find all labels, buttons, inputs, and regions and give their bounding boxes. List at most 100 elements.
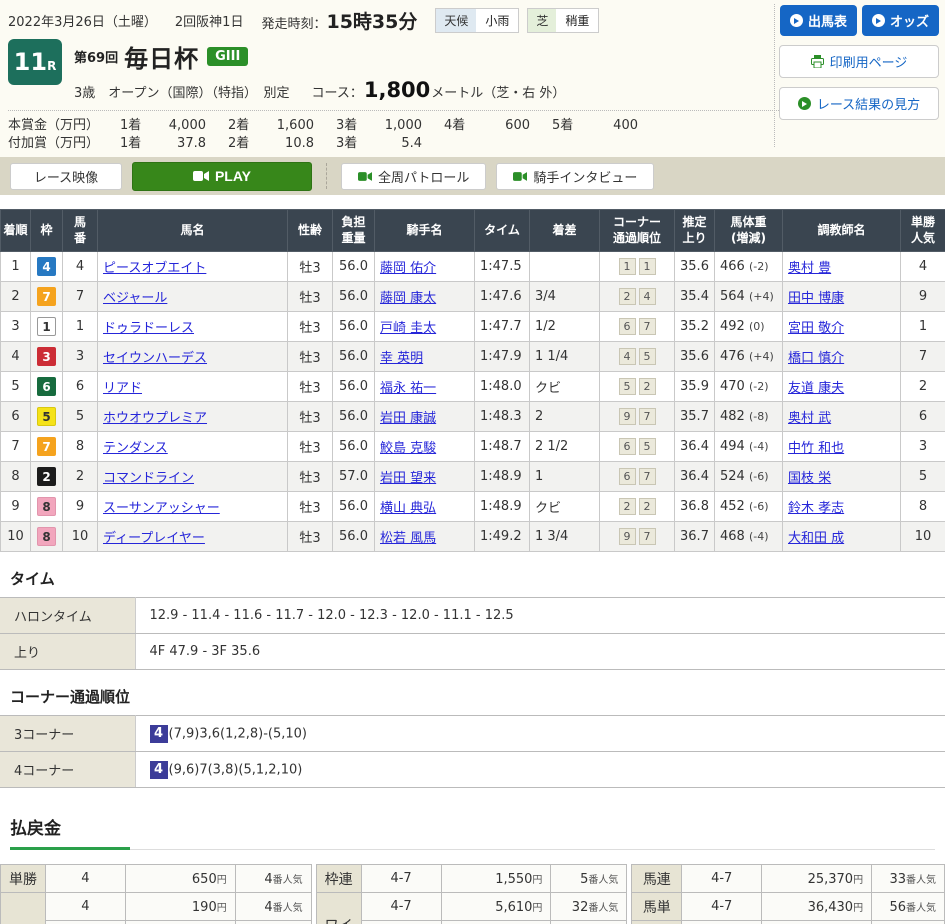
time-section-title: タイム bbox=[10, 568, 945, 589]
furlong-time-value: 12.9 - 11.4 - 11.6 - 11.7 - 12.0 - 12.3 … bbox=[135, 598, 945, 634]
body-weight-diff: (-4) bbox=[749, 440, 769, 453]
frame-cell: 6 bbox=[31, 372, 63, 402]
corner-position-box: 7 bbox=[639, 318, 656, 335]
margin-cell: 3/4 bbox=[530, 282, 600, 312]
trainer-name-link[interactable]: 中竹 和也 bbox=[788, 441, 844, 456]
result-guide-button[interactable]: レース結果の見方 bbox=[779, 87, 939, 120]
trainer-name-link[interactable]: 宮田 敬介 bbox=[788, 321, 844, 336]
horse-name-cell: テンダンス bbox=[98, 432, 288, 462]
last-3f-cell: 35.9 bbox=[675, 372, 715, 402]
jockey-name-link[interactable]: 横山 典弘 bbox=[380, 501, 436, 516]
column-header: 性齢 bbox=[288, 210, 333, 252]
time-cell: 1:48.0 bbox=[475, 372, 530, 402]
time-table: ハロンタイム 12.9 - 11.4 - 11.6 - 11.7 - 12.0 … bbox=[0, 597, 945, 670]
horse-number-cell: 5 bbox=[63, 402, 98, 432]
trainer-name-link[interactable]: 友道 康夫 bbox=[788, 381, 844, 396]
trainer-name-link[interactable]: 大和田 成 bbox=[788, 531, 844, 546]
vertical-dotted-divider bbox=[774, 4, 775, 147]
jockey-name-link[interactable]: 戸崎 圭太 bbox=[380, 321, 436, 336]
trainer-name-link[interactable]: 国枝 栄 bbox=[788, 471, 831, 486]
column-header: 馬 番 bbox=[63, 210, 98, 252]
corner-order-cell: 22 bbox=[600, 492, 675, 522]
column-header: タイム bbox=[475, 210, 530, 252]
horse-name-link[interactable]: テンダンス bbox=[103, 441, 168, 456]
trainer-name-link[interactable]: 奥村 豊 bbox=[788, 261, 831, 276]
horse-name-link[interactable]: スーサンアッシャー bbox=[103, 501, 220, 516]
table-row: 778テンダンス牡356.0鮫島 克駿1:48.72 1/26536.4494 … bbox=[1, 432, 945, 462]
trainer-name-link[interactable]: 奥村 武 bbox=[788, 411, 831, 426]
body-weight-diff: (+4) bbox=[749, 350, 774, 363]
body-weight-diff: (+4) bbox=[749, 290, 774, 303]
trainer-cell: 田中 博康 bbox=[783, 282, 901, 312]
prize-row: 付加賞（万円）1着37.82着10.83着5.4 bbox=[8, 135, 937, 153]
jockey-name-link[interactable]: 幸 英明 bbox=[380, 351, 423, 366]
prize-cell: 3着5.4 bbox=[336, 135, 444, 153]
race-number: 11 bbox=[14, 48, 47, 76]
payout-tables: 単勝4650円4番人気複勝4190円4番人気71,230円9番人気1130円1番… bbox=[0, 864, 945, 924]
horse-number-cell: 10 bbox=[63, 522, 98, 552]
jockey-name-link[interactable]: 松若 風馬 bbox=[380, 531, 436, 546]
trainer-name-link[interactable]: 田中 博康 bbox=[788, 291, 844, 306]
body-weight-diff: (-4) bbox=[749, 530, 769, 543]
last-furlongs-label: 上り bbox=[0, 634, 135, 670]
horse-name-cell: ディープレイヤー bbox=[98, 522, 288, 552]
corner-order-cell: 11 bbox=[600, 252, 675, 282]
furlong-time-label: ハロンタイム bbox=[0, 598, 135, 634]
sex-age-cell: 牡3 bbox=[288, 372, 333, 402]
trainer-name-link[interactable]: 鈴木 孝志 bbox=[788, 501, 844, 516]
horse-name-link[interactable]: リアド bbox=[103, 381, 142, 396]
body-weight-diff: (-8) bbox=[749, 410, 769, 423]
jockey-interview-button[interactable]: 騎手インタビュー bbox=[496, 163, 654, 190]
print-page-button[interactable]: 印刷用ページ bbox=[779, 45, 939, 78]
arrow-circle-icon bbox=[798, 97, 811, 110]
race-video-button[interactable]: レース映像 bbox=[10, 163, 122, 190]
prize-place: 3着 bbox=[336, 117, 370, 135]
frame-cell: 1 bbox=[31, 312, 63, 342]
time-cell: 1:48.3 bbox=[475, 402, 530, 432]
odds-button[interactable]: オッズ bbox=[862, 5, 939, 36]
horse-name-link[interactable]: ベジャール bbox=[103, 291, 167, 306]
horse-name-link[interactable]: ディープレイヤー bbox=[103, 531, 205, 546]
payout-amount: 25,370円 bbox=[762, 865, 872, 893]
jockey-name-link[interactable]: 福永 祐一 bbox=[380, 381, 436, 396]
horse-name-link[interactable]: ホウオウプレミア bbox=[103, 411, 207, 426]
jockey-name-link[interactable]: 岩田 望来 bbox=[380, 471, 436, 486]
jockey-name-link[interactable]: 藤岡 佑介 bbox=[380, 261, 436, 276]
prize-value: 600 bbox=[478, 117, 530, 135]
prize-place: 5着 bbox=[552, 117, 586, 135]
frame-number-badge: 4 bbox=[37, 257, 56, 276]
horse-name-link[interactable]: コマンドライン bbox=[103, 471, 194, 486]
payout-popularity: 4番人気 bbox=[235, 893, 311, 921]
jockey-name-link[interactable]: 岩田 康誠 bbox=[380, 411, 436, 426]
course-unit: メートル（芝・右 外） bbox=[431, 82, 565, 101]
horse-name-link[interactable]: ピースオブエイト bbox=[103, 261, 206, 276]
prize-cell: 1着37.8 bbox=[120, 135, 228, 153]
frame-number-badge: 7 bbox=[37, 287, 56, 306]
table-row: 433セイウンハーデス牡356.0幸 英明1:47.91 1/44535.647… bbox=[1, 342, 945, 372]
arrow-circle-icon bbox=[790, 14, 803, 27]
play-button[interactable]: PLAY bbox=[132, 162, 312, 191]
jockey-name-link[interactable]: 藤岡 康太 bbox=[380, 291, 436, 306]
corner-position-box: 7 bbox=[639, 408, 656, 425]
patrol-video-button[interactable]: 全周パトロール bbox=[341, 163, 486, 190]
trainer-name-link[interactable]: 橋口 慎介 bbox=[788, 351, 844, 366]
table-row: 311ドゥラドーレス牡356.0戸崎 圭太1:47.71/26735.2492 … bbox=[1, 312, 945, 342]
corner-order-cell: 97 bbox=[600, 402, 675, 432]
trainer-cell: 中竹 和也 bbox=[783, 432, 901, 462]
body-weight-cell: 468 (-4) bbox=[715, 522, 783, 552]
rank-cell: 3 bbox=[1, 312, 31, 342]
corner-order-cell: 67 bbox=[600, 312, 675, 342]
sex-age-cell: 牡3 bbox=[288, 282, 333, 312]
grade-badge: GIII bbox=[207, 47, 248, 66]
entry-table-button[interactable]: 出馬表 bbox=[780, 5, 857, 36]
course-distance: 1,800 bbox=[364, 78, 430, 102]
horse-name-link[interactable]: ドゥラドーレス bbox=[103, 321, 194, 336]
bet-type-label: ワイド bbox=[316, 893, 361, 924]
prize-value: 5.4 bbox=[370, 135, 422, 153]
corner-section-title: コーナー通過順位 bbox=[10, 686, 945, 707]
weather-box: 天候 小雨 bbox=[435, 8, 519, 33]
horse-name-link[interactable]: セイウンハーデス bbox=[103, 351, 207, 366]
jockey-name-link[interactable]: 鮫島 克駿 bbox=[380, 441, 436, 456]
last-3f-cell: 35.2 bbox=[675, 312, 715, 342]
rank-cell: 7 bbox=[1, 432, 31, 462]
